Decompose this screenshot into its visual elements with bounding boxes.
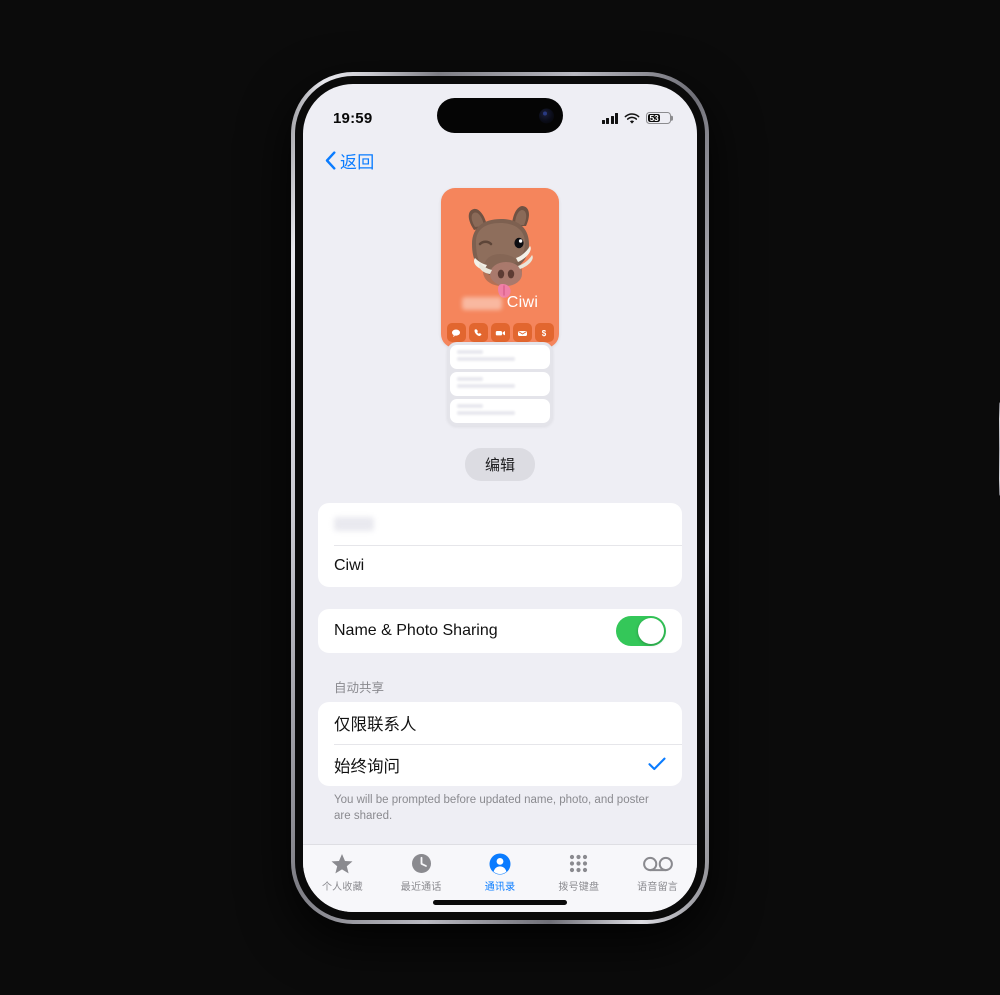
device-bezel: 19:59 53 返回 Ciwi $ 编辑 Ciwi Name & Photo … <box>295 76 705 920</box>
poster-name-visible: Ciwi <box>506 294 539 311</box>
contact-card-preview-list <box>447 342 553 426</box>
clock-icon <box>411 852 432 875</box>
list-item <box>450 399 550 423</box>
toggle-knob <box>638 618 664 644</box>
last-name-field-row[interactable]: Ciwi <box>318 545 682 587</box>
svg-text:$: $ <box>542 329 547 338</box>
keypad-dots-icon <box>568 852 589 875</box>
first-name-field-row[interactable] <box>318 503 682 545</box>
status-time: 19:59 <box>333 109 373 127</box>
star-icon <box>331 852 353 875</box>
contact-poster-stack[interactable]: Ciwi $ <box>441 188 559 426</box>
battery-percent-label: 53 <box>649 113 659 123</box>
boar-memoji-avatar <box>454 200 546 305</box>
sharing-group: Name & Photo Sharing <box>318 609 682 653</box>
status-indicators: 53 <box>601 111 671 125</box>
dollar-sign-icon[interactable]: $ <box>534 323 554 342</box>
voicemail-icon <box>642 852 673 875</box>
list-item <box>450 345 550 369</box>
back-button[interactable]: 返回 <box>325 148 374 173</box>
tab-voicemail-label: 语音留言 <box>637 882 678 893</box>
option-always-ask-label: 始终询问 <box>334 758 400 776</box>
front-camera-icon <box>539 108 554 123</box>
mail-envelope-icon[interactable] <box>512 323 532 342</box>
edit-poster-button[interactable]: 编辑 <box>464 448 535 481</box>
tab-contacts[interactable]: 通讯录 <box>461 852 540 893</box>
tab-recents-label: 最近通话 <box>400 882 442 893</box>
back-button-label: 返回 <box>340 152 375 172</box>
tab-voicemail[interactable]: 语音留言 <box>618 852 697 893</box>
message-bubble-icon[interactable] <box>446 323 466 342</box>
battery-icon: 53 <box>646 111 671 125</box>
poster-name-redacted <box>461 296 502 310</box>
poster-action-buttons: $ <box>441 323 559 342</box>
navigation-bar: 返回 <box>303 140 697 180</box>
home-indicator[interactable] <box>433 900 567 905</box>
name-photo-sharing-row[interactable]: Name & Photo Sharing <box>318 609 682 653</box>
iphone-device-frame: 19:59 53 返回 Ciwi $ 编辑 Ciwi Name & Photo … <box>291 72 1000 924</box>
name-fields-group: Ciwi <box>318 503 682 587</box>
name-photo-sharing-label: Name & Photo Sharing <box>334 622 498 639</box>
dynamic-island[interactable] <box>437 98 563 133</box>
option-always-ask-row[interactable]: 始终询问 <box>318 744 682 786</box>
person-circle-icon <box>489 852 511 875</box>
auto-share-options-card: 仅限联系人 始终询问 <box>318 702 682 786</box>
video-camera-icon[interactable] <box>490 323 510 342</box>
auto-share-footnote: You will be prompted before updated name… <box>334 794 649 822</box>
auto-share-header-wrap: 自动共享 仅限联系人 始终询问 <box>318 677 682 786</box>
contact-poster-card[interactable]: Ciwi $ <box>441 188 559 348</box>
tab-contacts-label: 通讯录 <box>484 882 516 893</box>
tab-recents[interactable]: 最近通话 <box>382 852 461 893</box>
phone-screen: 19:59 53 返回 Ciwi $ 编辑 Ciwi Name & Photo … <box>303 84 697 912</box>
chevron-left-icon <box>325 150 336 170</box>
sharing-card: Name & Photo Sharing <box>318 609 682 653</box>
tab-favorites[interactable]: 个人收藏 <box>303 852 382 893</box>
option-contacts-only-label: 仅限联系人 <box>334 716 417 734</box>
name-fields-card: Ciwi <box>318 503 682 587</box>
auto-share-section-title: 自动共享 <box>334 681 385 695</box>
tab-keypad[interactable]: 拨号键盘 <box>539 852 618 893</box>
contact-poster-preview-area: Ciwi $ <box>303 188 697 426</box>
screenshot-canvas: 19:59 53 返回 Ciwi $ 编辑 Ciwi Name & Photo … <box>0 0 1000 995</box>
wifi-icon <box>624 112 640 124</box>
first-name-redacted-value <box>334 517 374 531</box>
list-item <box>450 372 550 396</box>
settings-scroll-view[interactable]: Ciwi $ 编辑 Ciwi Name & Photo Sharing 自动共享… <box>303 180 697 844</box>
last-name-value: Ciwi <box>334 557 365 574</box>
auto-share-section: 自动共享 仅限联系人 始终询问 You will be prompted bef… <box>303 677 697 824</box>
edit-button-area: 编辑 <box>303 448 697 481</box>
option-contacts-only-row[interactable]: 仅限联系人 <box>318 702 682 744</box>
tab-favorites-label: 个人收藏 <box>321 882 363 893</box>
cellular-bars-icon <box>601 112 618 124</box>
name-photo-sharing-toggle[interactable] <box>616 616 666 646</box>
checkmark-icon <box>648 756 666 775</box>
phone-icon[interactable] <box>468 323 488 342</box>
poster-name: Ciwi <box>441 294 559 312</box>
tab-keypad-label: 拨号键盘 <box>558 882 600 893</box>
